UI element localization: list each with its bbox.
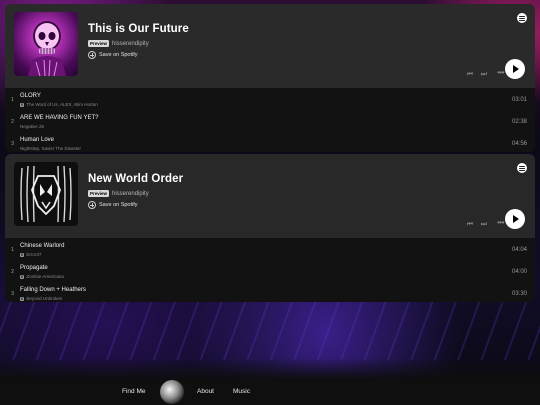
track-artist-name: Zombie Americana — [26, 274, 64, 279]
track-artist-name: Beyond Unbroken — [26, 296, 63, 301]
track-artist-name: Error37 — [26, 252, 42, 257]
embed-header: New World Order Preview hisserendipity S… — [5, 154, 535, 238]
next-track-icon[interactable]: ⏭ — [481, 71, 487, 79]
track-number: 2 — [11, 269, 15, 275]
track-title: Falling Down + Heathers — [20, 287, 86, 293]
track-artist: E Error37 — [20, 252, 41, 257]
site-logo[interactable] — [160, 380, 184, 404]
add-circle-icon — [88, 201, 96, 209]
next-track-icon[interactable]: ⏭ — [481, 221, 487, 229]
preview-badge: Preview — [88, 40, 110, 47]
track-artist-name: The Word of Us, ALEX, Wim Horton — [26, 102, 98, 107]
explicit-badge: E — [20, 102, 25, 107]
playlist-meta: Preview hisserendipity — [88, 190, 149, 197]
track-number: 2 — [11, 119, 15, 125]
spotify-embed-2: New World Order Preview hisserendipity S… — [5, 154, 535, 302]
previous-track-icon[interactable]: ⏮ — [467, 221, 473, 229]
background-stripes — [0, 300, 540, 360]
previous-track-icon[interactable]: ⏮ — [467, 71, 473, 79]
more-icon[interactable]: ••• — [497, 218, 504, 227]
track-duration: 04:04 — [511, 247, 527, 253]
track-row[interactable]: 2 ARE WE HAVING FUN YET? Negative 25 02:… — [5, 110, 535, 132]
playlist-meta: Preview hisserendipity — [88, 40, 149, 47]
explicit-badge: E — [20, 274, 25, 279]
track-list: 1 Chinese Warlord E Error37 04:04 2 Propa… — [5, 238, 535, 302]
track-title: GLORY — [20, 93, 41, 99]
save-label: Save on Spotify — [99, 52, 138, 58]
save-on-spotify-button[interactable]: Save on Spotify — [88, 201, 138, 209]
spotify-icon[interactable] — [517, 163, 527, 173]
play-button[interactable] — [505, 59, 525, 79]
background-fade — [0, 358, 540, 380]
nav-find-me[interactable]: Find Me — [122, 388, 145, 395]
explicit-badge: E — [20, 296, 25, 301]
playlist-cover-mask[interactable] — [14, 162, 78, 226]
track-artist: Negative 25 — [20, 124, 44, 129]
track-number: 3 — [11, 291, 15, 297]
track-row[interactable]: 3 Human Love Nightstep, Xavier The Disas… — [5, 132, 535, 152]
embed-header: This is Our Future Preview hisserendipit… — [5, 4, 535, 88]
track-duration: 04:56 — [511, 141, 527, 147]
track-artist-name: Nightstep, Xavier The Disaster — [20, 146, 81, 151]
track-artist: E Beyond Unbroken — [20, 296, 62, 301]
play-button[interactable] — [505, 209, 525, 229]
playlist-cover-skull[interactable] — [14, 12, 78, 76]
explicit-badge: E — [20, 252, 25, 257]
add-circle-icon — [88, 51, 96, 59]
playlist-owner[interactable]: hisserendipity — [112, 41, 149, 47]
more-icon[interactable]: ••• — [497, 68, 504, 77]
track-row[interactable]: 1 Chinese Warlord E Error37 04:04 — [5, 238, 535, 260]
track-artist: E The Word of Us, ALEX, Wim Horton — [20, 102, 98, 107]
nav-about[interactable]: About — [197, 388, 214, 395]
track-row[interactable]: 2 Propagate E Zombie Americana 04:00 — [5, 260, 535, 282]
track-duration: 04:00 — [511, 269, 527, 275]
track-number: 1 — [11, 97, 15, 103]
track-row[interactable]: 3 Falling Down + Heathers E Beyond Unbrok… — [5, 282, 535, 302]
track-title: Human Love — [20, 137, 55, 143]
playlist-owner[interactable]: hisserendipity — [112, 191, 149, 197]
track-title: Chinese Warlord — [20, 243, 65, 249]
track-title: Propagate — [20, 265, 48, 271]
track-duration: 03:30 — [511, 291, 527, 297]
track-duration: 02:38 — [511, 119, 527, 125]
save-label: Save on Spotify — [99, 202, 138, 208]
track-number: 3 — [11, 141, 15, 147]
footer-nav: Find Me About Music — [0, 380, 540, 405]
track-duration: 03:01 — [511, 97, 527, 103]
track-number: 1 — [11, 247, 15, 253]
track-title: ARE WE HAVING FUN YET? — [20, 115, 99, 121]
playlist-title[interactable]: New World Order — [88, 173, 183, 185]
save-on-spotify-button[interactable]: Save on Spotify — [88, 51, 138, 59]
spotify-embed-1: This is Our Future Preview hisserendipit… — [5, 4, 535, 152]
track-artist: Nightstep, Xavier The Disaster — [20, 146, 81, 151]
track-artist-name: Negative 25 — [20, 124, 45, 129]
playlist-title[interactable]: This is Our Future — [88, 23, 189, 35]
track-list: 1 GLORY E The Word of Us, ALEX, Wim Horto… — [5, 88, 535, 152]
preview-badge: Preview — [88, 190, 110, 197]
track-row[interactable]: 1 GLORY E The Word of Us, ALEX, Wim Horto… — [5, 88, 535, 110]
track-artist: E Zombie Americana — [20, 274, 64, 279]
nav-music[interactable]: Music — [233, 388, 250, 395]
spotify-icon[interactable] — [517, 13, 527, 23]
